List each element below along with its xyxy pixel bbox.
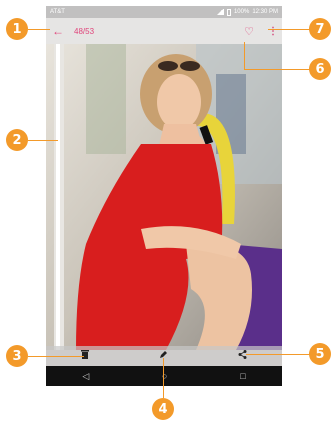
more-options-icon[interactable]: ⋮ bbox=[268, 26, 278, 37]
callout-line-5 bbox=[246, 354, 312, 355]
callout-1: 1 bbox=[6, 18, 28, 40]
share-icon[interactable] bbox=[233, 350, 253, 362]
nav-back-icon[interactable]: ◁ bbox=[82, 371, 89, 382]
device-screen: AT&T 100% 12:30 PM ← 48/53 ♡ ⋮ ◁ ○ □ bbox=[46, 6, 282, 386]
status-icons: 100% 12:30 PM bbox=[215, 8, 278, 16]
callout-4: 4 bbox=[152, 398, 174, 420]
callout-5: 5 bbox=[309, 343, 331, 365]
nav-recents-icon[interactable]: □ bbox=[240, 371, 245, 381]
callout-7: 7 bbox=[309, 18, 331, 40]
photo-counter: 48/53 bbox=[74, 26, 95, 36]
photo-toolbar: ← 48/53 ♡ ⋮ bbox=[46, 18, 282, 44]
callout-line-6 bbox=[244, 42, 245, 70]
back-arrow-icon[interactable]: ← bbox=[52, 24, 66, 38]
callout-2: 2 bbox=[6, 129, 28, 151]
heart-icon[interactable]: ♡ bbox=[244, 25, 254, 38]
callout-line-7 bbox=[268, 29, 312, 30]
battery-percent: 100% bbox=[233, 9, 250, 15]
callout-line-2 bbox=[28, 140, 58, 141]
callout-line-4 bbox=[163, 358, 164, 398]
photo-image bbox=[46, 44, 282, 350]
signal-icon bbox=[215, 9, 224, 15]
callout-6: 6 bbox=[309, 58, 331, 80]
callout-line-6b bbox=[244, 69, 312, 70]
callout-line-1 bbox=[28, 29, 50, 30]
battery-icon bbox=[226, 8, 231, 16]
photo-viewer[interactable] bbox=[46, 44, 282, 350]
system-nav-bar: ◁ ○ □ bbox=[46, 366, 282, 386]
status-bar: AT&T 100% 12:30 PM bbox=[46, 6, 282, 18]
carrier-label: AT&T bbox=[50, 9, 65, 15]
callout-line-3 bbox=[28, 356, 84, 357]
clock: 12:30 PM bbox=[252, 9, 278, 15]
callout-3: 3 bbox=[6, 345, 28, 367]
